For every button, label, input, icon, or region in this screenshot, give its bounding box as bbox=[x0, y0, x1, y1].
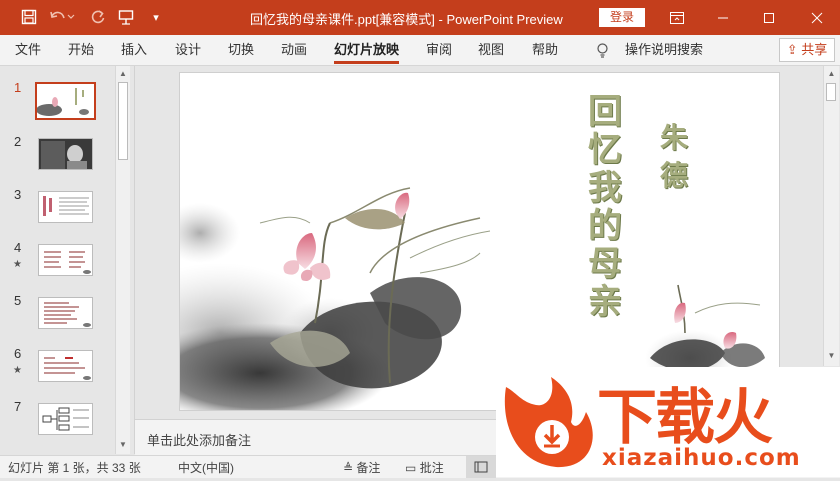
scroll-up-icon[interactable]: ▲ bbox=[116, 67, 130, 81]
thumbnail-number: 5 bbox=[14, 293, 22, 308]
redo-icon[interactable] bbox=[88, 7, 108, 27]
thumbnail-number: 2 bbox=[14, 134, 22, 149]
slide-thumbnail-6[interactable] bbox=[38, 350, 93, 382]
tab-animations[interactable]: 动画 bbox=[281, 35, 307, 65]
tab-insert[interactable]: 插入 bbox=[121, 35, 147, 65]
thumbnail-number: 1 bbox=[14, 80, 22, 95]
save-icon[interactable] bbox=[19, 7, 39, 27]
slide-author[interactable]: 朱德 bbox=[656, 119, 692, 195]
tab-transitions[interactable]: 切换 bbox=[228, 35, 254, 65]
login-button[interactable]: 登录 bbox=[599, 8, 645, 27]
title-bar: ▾ 回忆我的母亲课件.ppt[兼容模式] - PowerPoint Previe… bbox=[0, 0, 840, 35]
slide-thumbnail-7[interactable] bbox=[38, 403, 93, 435]
customize-icon[interactable]: ▾ bbox=[146, 7, 166, 27]
notes-placeholder[interactable]: 单击此处添加备注 bbox=[147, 430, 251, 449]
ribbon-tabs: 文件 开始 插入 设计 切换 动画 幻灯片放映 审阅 视图 帮助 操作说明搜索 … bbox=[0, 35, 840, 66]
slide-thumbnail-5[interactable] bbox=[38, 297, 93, 329]
tab-view[interactable]: 视图 bbox=[478, 35, 504, 65]
minimize-icon[interactable] bbox=[700, 0, 746, 35]
flame-logo-icon bbox=[504, 377, 593, 468]
comments-toggle-label: 批注 bbox=[419, 461, 444, 475]
notes-toggle[interactable]: ≜ 备注 bbox=[343, 459, 380, 476]
slide-thumbnail-2[interactable] bbox=[38, 138, 93, 170]
share-button[interactable]: ⇪ 共享 bbox=[779, 38, 835, 62]
thumbnail-number: 6 bbox=[14, 346, 22, 361]
thumbnail-number: 3 bbox=[14, 187, 22, 202]
notes-toggle-label: 备注 bbox=[356, 461, 381, 475]
close-icon[interactable] bbox=[794, 0, 840, 35]
normal-view-icon[interactable] bbox=[466, 456, 496, 478]
tab-help[interactable]: 帮助 bbox=[532, 35, 558, 65]
tab-review[interactable]: 审阅 bbox=[426, 35, 452, 65]
scroll-up-icon[interactable]: ▲ bbox=[824, 67, 839, 81]
ribbon-display-icon[interactable] bbox=[654, 0, 700, 35]
document-title: 回忆我的母亲课件.ppt[兼容模式] - PowerPoint Preview bbox=[250, 12, 563, 27]
slide-count: 幻灯片 第 1 张，共 33 张 bbox=[8, 461, 141, 475]
maximize-icon[interactable] bbox=[746, 0, 792, 35]
lightbulb-icon bbox=[596, 43, 609, 58]
language-indicator[interactable]: 中文(中国) bbox=[178, 459, 234, 476]
share-icon: ⇪ bbox=[786, 42, 798, 57]
thumbnail-number: 7 bbox=[14, 399, 22, 414]
slide-thumbnail-3[interactable] bbox=[38, 191, 93, 223]
share-label: 共享 bbox=[801, 42, 828, 57]
slide-thumbnail-1[interactable] bbox=[35, 82, 96, 120]
tell-me-search[interactable]: 操作说明搜索 bbox=[625, 35, 703, 65]
present-icon[interactable] bbox=[116, 7, 136, 27]
watermark-brand: 下载火 bbox=[597, 383, 773, 453]
comment-icon: ▭ bbox=[405, 461, 417, 475]
thumbnail-scrollbar[interactable]: ▲ ▼ bbox=[115, 66, 130, 454]
tab-home[interactable]: 开始 bbox=[68, 35, 94, 65]
tab-slideshow[interactable]: 幻灯片放映 bbox=[334, 35, 400, 65]
comments-toggle[interactable]: ▭ 批注 bbox=[405, 459, 444, 476]
watermark-url: xiazaihuo.com bbox=[602, 445, 801, 471]
slide-thumbnail-pane: 1 2 3 4 ★ 5 6 ★ 7 ▲ ▼ bbox=[0, 66, 135, 454]
watermark-overlay: 下载火 xiazaihuo.com bbox=[496, 367, 840, 477]
slide-canvas[interactable]: 回忆我的母亲 朱德 bbox=[180, 73, 779, 410]
slide-thumbnail-4[interactable] bbox=[38, 244, 93, 276]
notes-icon: ≜ bbox=[343, 461, 354, 475]
slide-title[interactable]: 回忆我的母亲 bbox=[585, 93, 625, 321]
scrollbar-thumb[interactable] bbox=[826, 83, 836, 101]
tab-design[interactable]: 设计 bbox=[175, 35, 201, 65]
undo-icon[interactable] bbox=[49, 7, 75, 27]
scroll-down-icon[interactable]: ▼ bbox=[824, 349, 839, 363]
tab-file[interactable]: 文件 bbox=[15, 35, 41, 65]
scroll-down-icon[interactable]: ▼ bbox=[116, 438, 130, 452]
scrollbar-thumb[interactable] bbox=[118, 82, 128, 160]
animation-star-icon: ★ bbox=[13, 365, 22, 376]
thumbnail-number: 4 bbox=[14, 240, 22, 255]
animation-star-icon: ★ bbox=[13, 259, 22, 270]
editor-scrollbar[interactable]: ▲ ▼ bbox=[823, 66, 839, 366]
